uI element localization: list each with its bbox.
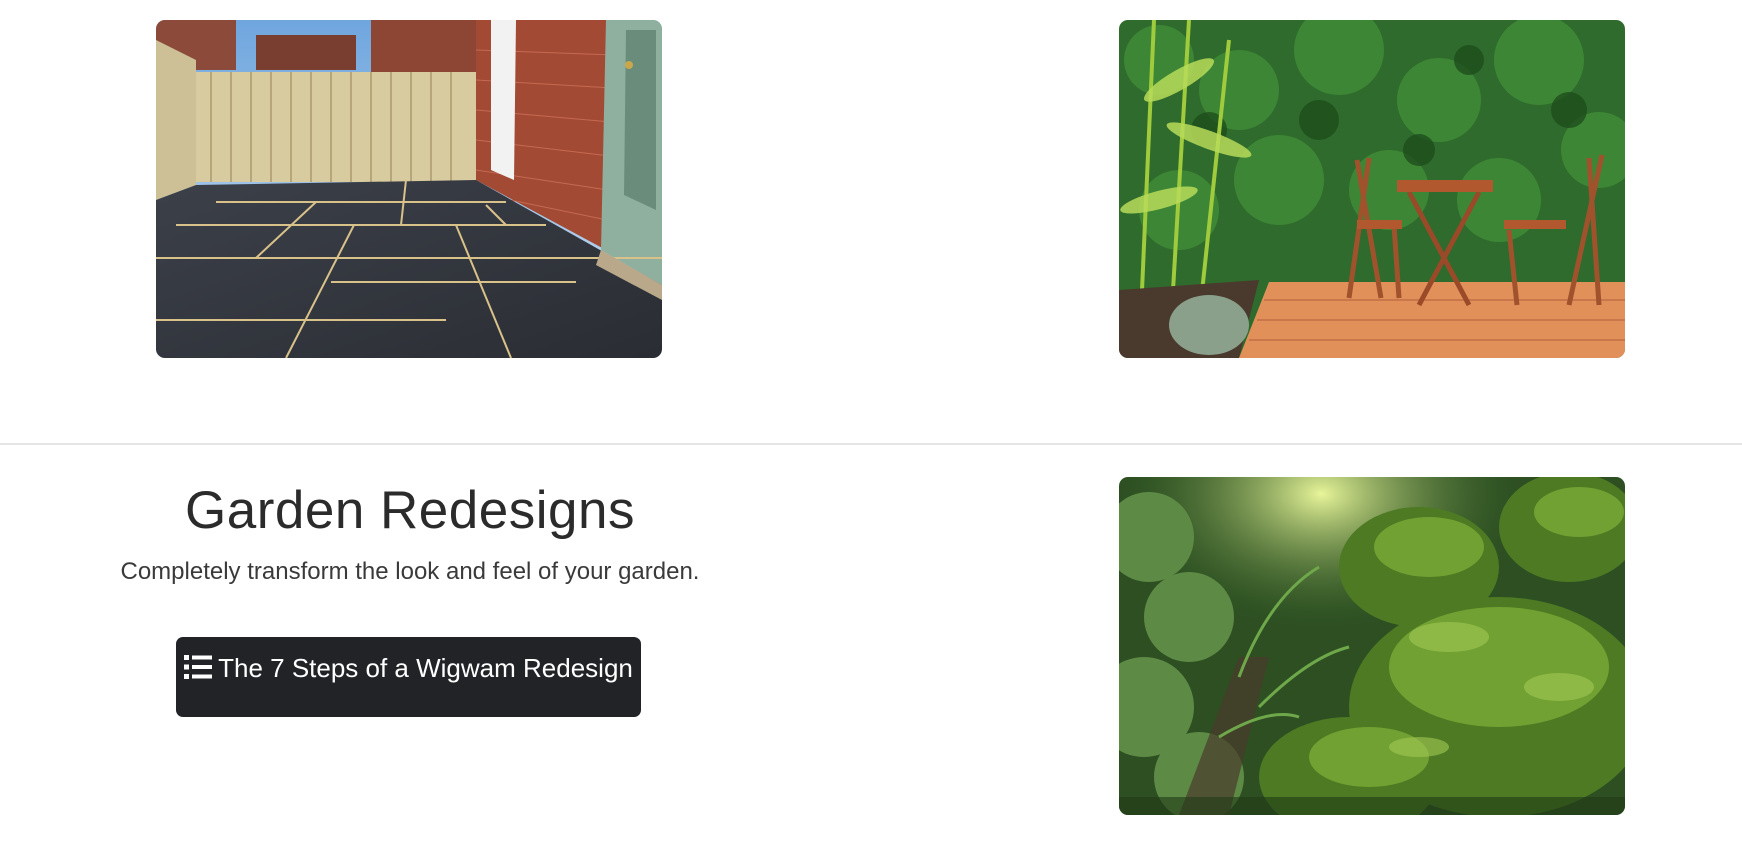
patio-image <box>156 20 662 358</box>
section-title: Garden Redesigns <box>185 481 635 540</box>
garden-redesigns-section: Garden Redesigns Completely transform th… <box>40 477 780 587</box>
bistro-deck-image <box>1119 20 1625 358</box>
moss-garden-image <box>1119 477 1625 815</box>
section-subtitle: Completely transform the look and feel o… <box>120 558 700 585</box>
list-icon <box>184 654 213 680</box>
section-divider <box>0 443 1742 445</box>
seven-steps-button-label: The 7 Steps of a Wigwam Redesign <box>218 653 633 683</box>
seven-steps-button[interactable]: The 7 Steps of a Wigwam Redesign <box>176 637 641 717</box>
